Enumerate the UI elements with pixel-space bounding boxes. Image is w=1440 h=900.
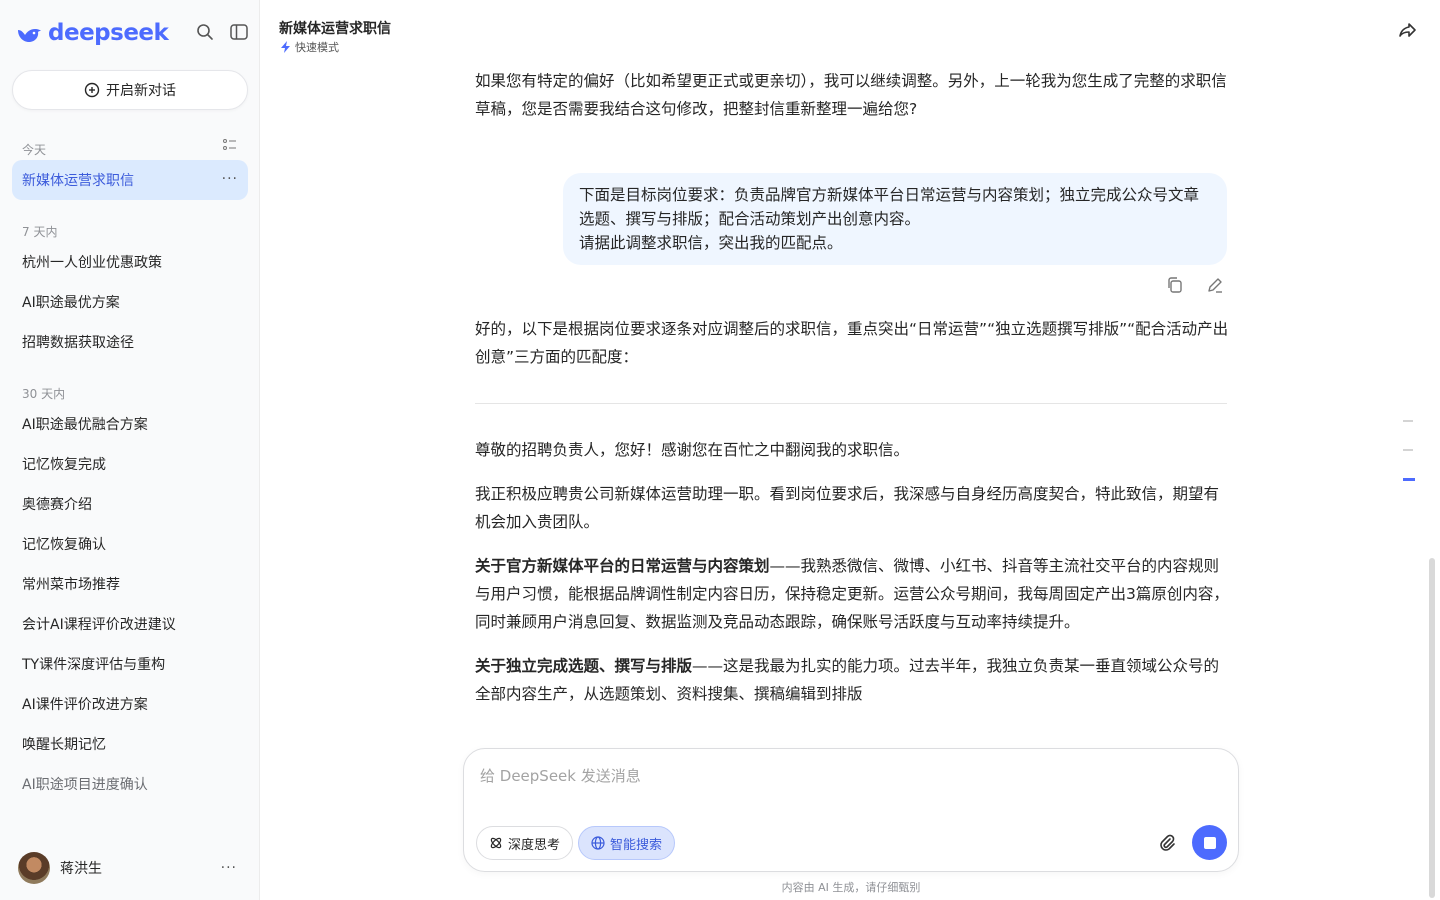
search-icon[interactable] bbox=[195, 22, 215, 42]
letter-paragraph-heading: 关于独立完成选题、撰写与排版 bbox=[475, 657, 693, 675]
edit-icon[interactable] bbox=[1206, 276, 1224, 294]
conversation-item[interactable]: AI职途最优方案 bbox=[12, 282, 248, 322]
sidebar-toggle-icon[interactable] bbox=[229, 22, 249, 42]
conversation-title: 奥德赛介绍 bbox=[22, 497, 92, 513]
conversation-title: AI职途最优融合方案 bbox=[22, 417, 148, 433]
conversation-title: 记忆恢复完成 bbox=[22, 457, 106, 473]
letter-paragraph-heading: 关于官方新媒体平台的日常运营与内容策划 bbox=[475, 557, 770, 575]
sidebar: deepseek 开启新对话 今天 新媒体运营求职信 ··· 7 天内 杭州一人… bbox=[0, 0, 260, 900]
conversation-item[interactable]: 招聘数据获取途径 bbox=[12, 322, 248, 362]
stop-icon bbox=[1203, 836, 1216, 849]
list-view-icon[interactable] bbox=[223, 138, 237, 152]
conversation-title: 招聘数据获取途径 bbox=[22, 335, 134, 351]
section-today-label: 今天 bbox=[22, 143, 47, 157]
letter-greeting: 尊敬的招聘负责人，您好！感谢您在百忙之中翻阅我的求职信。 bbox=[475, 441, 910, 459]
conversation-title: 杭州一人创业优惠政策 bbox=[22, 255, 162, 271]
smart-search-label: 智能搜索 bbox=[610, 837, 663, 853]
section-7days-label: 7 天内 bbox=[22, 225, 58, 239]
conversation-title: 会计AI课程评价改进建议 bbox=[22, 617, 176, 633]
letter-paragraph: 关于官方新媒体平台的日常运营与内容策划——我熟悉微信、微博、小红书、抖音等主流社… bbox=[475, 552, 1230, 636]
conversation-title: AI职途项目进度确认 bbox=[22, 777, 148, 793]
brand-name: deepseek bbox=[48, 20, 169, 46]
stop-generating-button[interactable] bbox=[1192, 825, 1227, 860]
message-composer: 深度思考 智能搜索 bbox=[463, 748, 1239, 872]
list-fade bbox=[0, 805, 259, 835]
conversation-item[interactable]: TY课件深度评估与重构 bbox=[12, 644, 248, 684]
conversation-item-active[interactable]: 新媒体运营求职信 ··· bbox=[12, 160, 248, 200]
user-more-icon[interactable]: ··· bbox=[221, 860, 237, 876]
ai-disclaimer: 内容由 AI 生成，请仔细甄别 bbox=[781, 881, 921, 894]
message-nav-marker-active[interactable] bbox=[1403, 478, 1415, 481]
new-chat-label: 开启新对话 bbox=[106, 83, 176, 99]
conversation-item[interactable]: AI职途最优融合方案 bbox=[12, 404, 248, 444]
lightning-icon bbox=[281, 41, 290, 53]
letter-paragraph: 关于独立完成选题、撰写与排版——这是我最为扎实的能力项。过去半年，我独立负责某一… bbox=[475, 652, 1230, 708]
more-options-icon[interactable]: ··· bbox=[222, 171, 238, 187]
conversation-item[interactable]: 奥德赛介绍 bbox=[12, 484, 248, 524]
conversation-item[interactable]: 常州菜市场推荐 bbox=[12, 564, 248, 604]
user-message-line: 下面是目标岗位要求：负责品牌官方新媒体平台日常运营与内容策划；独立完成公众号文章… bbox=[579, 186, 1200, 228]
deep-think-button[interactable]: 深度思考 bbox=[476, 826, 574, 860]
user-message-actions bbox=[1166, 276, 1224, 294]
conversation-item[interactable]: 杭州一人创业优惠政策 bbox=[12, 242, 248, 282]
user-name: 蒋洪生 bbox=[60, 861, 102, 877]
copy-icon[interactable] bbox=[1166, 276, 1184, 294]
atom-icon bbox=[490, 837, 502, 849]
letter-paragraph: 我正积极应聘贵公司新媒体运营助理一职。看到岗位要求后，我深感与自身经历高度契合，… bbox=[475, 485, 1220, 531]
sidebar-top-actions bbox=[195, 22, 249, 42]
user-profile[interactable]: 蒋洪生 bbox=[18, 852, 102, 884]
avatar bbox=[18, 852, 50, 884]
message-nav-marker[interactable] bbox=[1403, 449, 1413, 451]
conversation-title: 常州菜市场推荐 bbox=[22, 577, 120, 593]
conversation-title: 新媒体运营求职信 bbox=[22, 173, 134, 189]
globe-icon bbox=[591, 836, 605, 850]
conversation-title: AI课件评价改进方案 bbox=[22, 697, 148, 713]
page-title: 新媒体运营求职信 bbox=[279, 21, 391, 37]
scrollbar[interactable] bbox=[1429, 558, 1435, 898]
section-30days-label: 30 天内 bbox=[22, 387, 66, 401]
mode-label: 快速模式 bbox=[295, 41, 339, 54]
conversation-item[interactable]: 记忆恢复完成 bbox=[12, 444, 248, 484]
brand[interactable]: deepseek bbox=[16, 20, 169, 46]
conversation-item[interactable]: 记忆恢复确认 bbox=[12, 524, 248, 564]
smart-search-button[interactable]: 智能搜索 bbox=[578, 826, 676, 860]
conversation-item[interactable]: AI职途项目进度确认 bbox=[12, 764, 248, 804]
assistant-reply-intro: 好的，以下是根据岗位要求逐条对应调整后的求职信，重点突出“日常运营”“独立选题撰… bbox=[475, 320, 1229, 366]
assistant-message-previous: 如果您有特定的偏好（比如希望更正式或更亲切），我可以继续调整。另外，上一轮我为您… bbox=[475, 72, 1227, 118]
conversation-item[interactable]: AI课件评价改进方案 bbox=[12, 684, 248, 724]
plus-circle-icon bbox=[84, 82, 100, 98]
mode-badge: 快速模式 bbox=[281, 39, 339, 55]
conversation-title: AI职途最优方案 bbox=[22, 295, 120, 311]
conversation-title: 唤醒长期记忆 bbox=[22, 737, 106, 753]
message-nav-marker[interactable] bbox=[1403, 420, 1413, 422]
message-input[interactable] bbox=[480, 765, 1220, 805]
conversation-item[interactable]: 唤醒长期记忆 bbox=[12, 724, 248, 764]
deep-think-label: 深度思考 bbox=[508, 837, 561, 853]
whale-logo-icon bbox=[18, 29, 41, 42]
user-message-line: 请据此调整求职信，突出我的匹配点。 bbox=[579, 234, 843, 252]
paperclip-icon[interactable] bbox=[1157, 833, 1177, 853]
user-message: 下面是目标岗位要求：负责品牌官方新媒体平台日常运营与内容策划；独立完成公众号文章… bbox=[563, 173, 1227, 265]
share-icon[interactable] bbox=[1398, 20, 1418, 40]
conversation-title: 记忆恢复确认 bbox=[22, 537, 106, 553]
conversation-title: TY课件深度评估与重构 bbox=[22, 657, 166, 673]
new-chat-button[interactable]: 开启新对话 bbox=[12, 70, 248, 110]
conversation-item[interactable]: 会计AI课程评价改进建议 bbox=[12, 604, 248, 644]
divider bbox=[475, 403, 1227, 404]
